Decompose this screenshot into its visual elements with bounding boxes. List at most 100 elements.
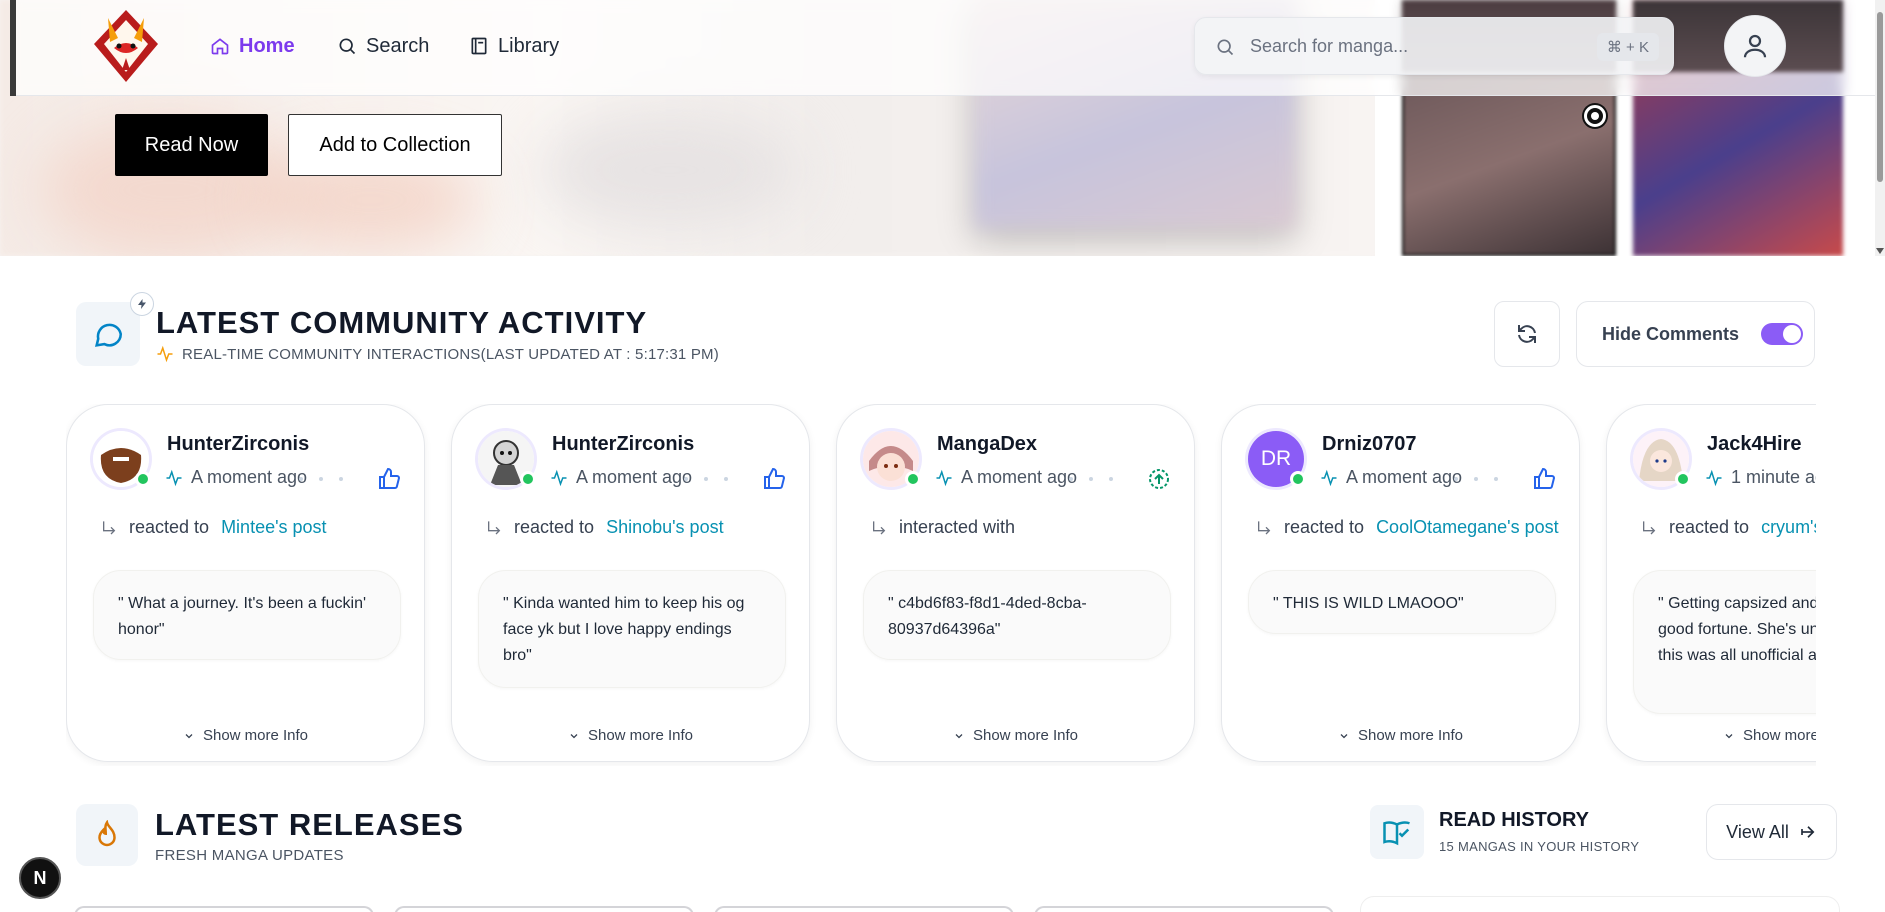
user-icon xyxy=(1743,34,1767,58)
activity-icon xyxy=(551,469,567,486)
activity-card: DR Drniz0707 A moment ago reacted to Coo… xyxy=(1221,404,1580,762)
home-icon xyxy=(211,38,229,55)
online-indicator xyxy=(1675,471,1691,487)
releases-title: LATEST RELEASES xyxy=(155,807,464,842)
chevron-down-icon xyxy=(1725,733,1733,738)
community-subtitle: REAL-TIME COMMUNITY INTERACTIONS(LAST UP… xyxy=(156,345,719,363)
chevron-down-icon xyxy=(955,733,963,738)
read-history-icon xyxy=(1370,805,1424,859)
nav-library[interactable]: Library xyxy=(469,32,559,60)
lightning-icon xyxy=(130,292,154,316)
card-target-link[interactable]: cryum's post xyxy=(1761,517,1816,538)
activity-icon xyxy=(1321,469,1337,486)
chevron-down-icon xyxy=(570,733,578,738)
card-time: A moment ago xyxy=(961,467,1078,487)
activity-icon xyxy=(936,469,952,486)
online-indicator xyxy=(135,471,151,487)
activity-card: HunterZirconis A moment ago reacted to S… xyxy=(451,404,810,762)
nav-home[interactable]: Home xyxy=(210,32,295,60)
card-username[interactable]: Jack4Hire xyxy=(1707,433,1802,456)
dev-indicator-badge[interactable]: N xyxy=(19,857,61,899)
card-target-link[interactable]: CoolOtamegane's post xyxy=(1376,517,1559,538)
activity-card: Jack4Hire 1 minute ago reacted to cryum'… xyxy=(1606,404,1816,762)
reply-arrow-icon xyxy=(1258,520,1271,534)
thumbs-up-icon xyxy=(764,467,786,489)
upload-circle-icon xyxy=(1149,469,1169,489)
card-target-link[interactable]: Mintee's post xyxy=(221,517,327,538)
activity-card: HunterZirconis A moment ago reacted to M… xyxy=(66,404,425,762)
show-more-button[interactable]: Show more Info xyxy=(67,727,424,744)
comment-quote: " c4bd6f83-f8d1-4ded-8cba-80937d64396a" xyxy=(863,570,1171,660)
book-check-icon xyxy=(1383,821,1410,846)
activity-icon xyxy=(1706,469,1722,486)
release-card[interactable] xyxy=(714,906,1014,912)
reply-arrow-icon xyxy=(103,520,116,534)
hide-comments-toggle[interactable]: Hide Comments xyxy=(1576,301,1815,367)
release-card[interactable] xyxy=(74,906,374,912)
flame-icon xyxy=(98,820,116,847)
refresh-button[interactable] xyxy=(1494,301,1560,367)
search-input[interactable]: Search for manga... ⌘ + K xyxy=(1194,17,1674,75)
user-avatar-button[interactable] xyxy=(1724,15,1786,77)
toggle-switch[interactable] xyxy=(1761,323,1804,345)
card-time: A moment ago xyxy=(191,467,308,487)
card-username[interactable]: MangaDex xyxy=(937,433,1037,456)
scrollbar[interactable] xyxy=(1875,0,1885,256)
card-time: A moment ago xyxy=(1346,467,1463,487)
search-placeholder: Search for manga... xyxy=(1250,36,1409,56)
read-history-subtitle: 15 MANGAS IN YOUR HISTORY xyxy=(1439,839,1640,854)
card-username[interactable]: HunterZirconis xyxy=(552,433,694,456)
site-logo[interactable] xyxy=(88,8,164,84)
arrow-right-icon xyxy=(1801,826,1815,838)
show-more-button[interactable]: Show more Info xyxy=(452,727,809,744)
community-title: LATEST COMMUNITY ACTIVITY xyxy=(156,305,648,340)
releases-section-icon xyxy=(76,804,138,866)
show-more-button[interactable]: Show more Info xyxy=(1222,727,1579,744)
comment-quote: " What a journey. It's been a fuckin' ho… xyxy=(93,570,401,660)
card-action-verb: interacted with xyxy=(899,517,1016,537)
chat-bubble-icon xyxy=(94,323,123,347)
card-time: 1 minute ago xyxy=(1731,467,1816,487)
online-indicator xyxy=(520,471,536,487)
search-icon xyxy=(339,38,356,55)
show-more-button[interactable]: Show more Info xyxy=(837,727,1194,744)
card-target-link[interactable]: Shinobu's post xyxy=(606,517,724,538)
history-item[interactable] xyxy=(1360,896,1840,912)
keyboard-shortcut: ⌘ + K xyxy=(1596,33,1659,61)
card-username[interactable]: HunterZirconis xyxy=(167,433,309,456)
comment-quote: " Kinda wanted him to keep his og face y… xyxy=(478,570,786,688)
activity-icon xyxy=(166,469,182,486)
card-action-verb: reacted to xyxy=(1284,517,1365,537)
read-now-button[interactable]: Read Now xyxy=(115,114,268,176)
avatar-initials: DR xyxy=(1260,447,1292,470)
activity-card: MangaDex A moment ago interacted with " … xyxy=(836,404,1195,762)
card-action-verb: reacted to xyxy=(129,517,210,537)
carousel-indicator[interactable] xyxy=(1584,105,1606,127)
read-history-title: READ HISTORY xyxy=(1439,809,1590,831)
card-username[interactable]: Drniz0707 xyxy=(1322,433,1417,456)
release-card[interactable] xyxy=(394,906,694,912)
card-action-verb: reacted to xyxy=(1669,517,1750,537)
hide-comments-label: Hide Comments xyxy=(1602,323,1740,344)
activity-card-list: HunterZirconis A moment ago reacted to M… xyxy=(66,404,1816,766)
release-card[interactable] xyxy=(1034,906,1334,912)
reply-arrow-icon xyxy=(1643,520,1656,534)
thumbs-up-icon xyxy=(1534,467,1556,489)
show-more-button[interactable]: Show more Info xyxy=(1607,727,1816,744)
chevron-down-icon xyxy=(1340,733,1348,738)
card-time: A moment ago xyxy=(576,467,693,487)
community-section-icon xyxy=(76,292,154,366)
card-action-verb: reacted to xyxy=(514,517,595,537)
library-icon xyxy=(471,37,487,55)
comment-quote: " Getting capsized and probably good for… xyxy=(1633,570,1816,714)
activity-icon xyxy=(157,345,173,363)
nav-search[interactable]: Search xyxy=(337,32,429,60)
online-indicator xyxy=(905,471,921,487)
online-indicator xyxy=(1290,471,1306,487)
releases-subtitle: FRESH MANGA UPDATES xyxy=(155,847,344,864)
search-icon xyxy=(1217,39,1234,56)
view-all-button[interactable]: View All xyxy=(1706,804,1837,860)
add-to-collection-button[interactable]: Add to Collection xyxy=(288,114,502,176)
thumbs-up-icon xyxy=(379,467,401,489)
reply-arrow-icon xyxy=(873,520,886,534)
